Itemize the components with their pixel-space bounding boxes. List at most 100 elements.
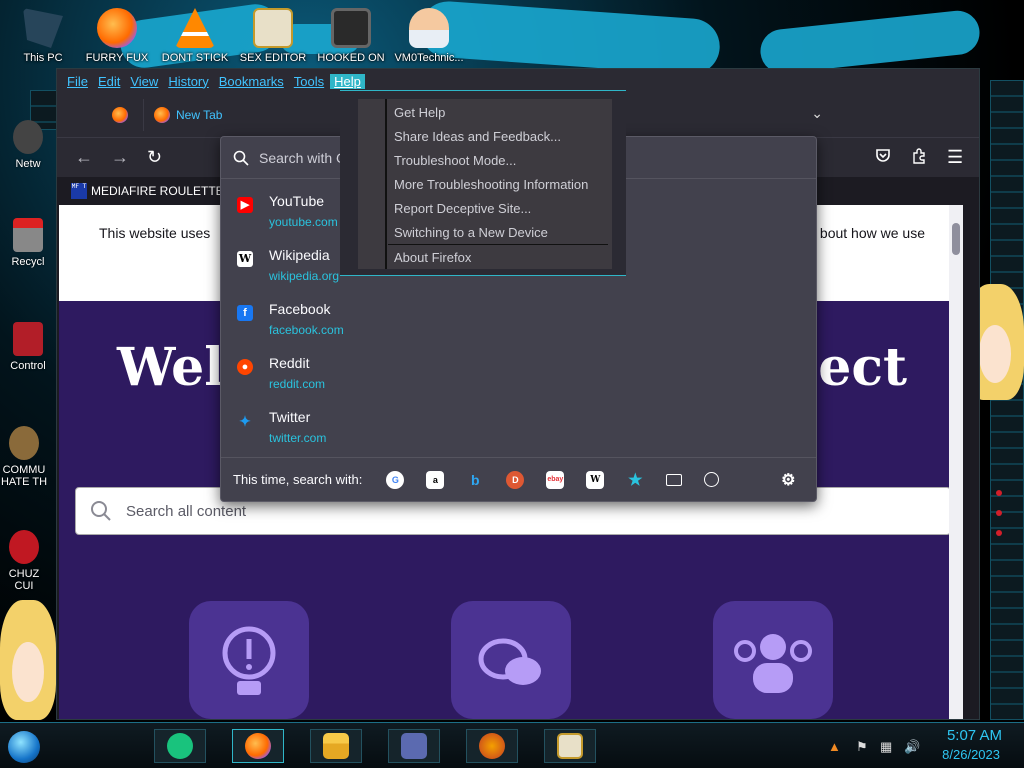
suggestion-url: reddit.com	[269, 377, 326, 391]
start-button[interactable]	[8, 731, 40, 763]
desktop-icon-label: VM0Technic...	[394, 52, 464, 64]
desktop-icon-label: Control	[10, 360, 46, 372]
menu-bookmarks[interactable]: Bookmarks	[215, 74, 288, 89]
desktop-icon-sex-editor[interactable]: SEX EDITOR	[236, 8, 310, 64]
desktop-icon-chuz[interactable]: CHUZ CUI	[0, 530, 48, 592]
suggestion-title: Twitter	[269, 409, 311, 425]
taskbar-app-notes[interactable]	[154, 729, 206, 763]
menu-item-report-deceptive[interactable]: Report Deceptive Site...	[394, 201, 531, 216]
notes-icon	[167, 733, 193, 759]
bing-icon[interactable]: b	[466, 471, 484, 489]
amazon-icon[interactable]: a	[426, 470, 445, 489]
bookmark-item-mediafire[interactable]: MEDIAFIRE ROULETTER	[91, 184, 232, 198]
pocket-button[interactable]	[875, 148, 891, 167]
firefox-icon	[245, 733, 271, 759]
suggestion-twitter[interactable]: ✦ Twitter twitter.com	[233, 403, 793, 453]
taskbar-app-firefox[interactable]	[232, 729, 284, 763]
suggestion-title: Wikipedia	[269, 247, 330, 263]
page-scrollbar[interactable]	[949, 205, 963, 719]
app-icon	[9, 530, 39, 564]
feature-card-community[interactable]	[713, 601, 833, 719]
desktop-icon-dont-stick[interactable]: DONT STICK	[158, 8, 232, 64]
gear-icon[interactable]: ⚙	[779, 471, 797, 489]
facebook-icon: f	[237, 305, 253, 321]
back-button[interactable]: ←	[75, 148, 93, 166]
network-icon[interactable]: ▦	[880, 739, 892, 755]
scrollbar-thumb[interactable]	[952, 223, 960, 255]
tabs-icon[interactable]	[666, 473, 683, 486]
firefox-view-button[interactable]	[105, 100, 135, 130]
desktop-icon-control[interactable]: Control	[0, 322, 56, 372]
google-icon[interactable]: G	[386, 470, 405, 489]
bookmarks-star-icon[interactable]: ★	[626, 471, 644, 489]
firefox-icon	[97, 8, 137, 48]
desktop-icon-this-pc[interactable]: This PC	[6, 8, 80, 64]
taskbar-app-hxd[interactable]	[544, 729, 596, 763]
chevron-down-icon[interactable]: ⌄	[811, 105, 823, 122]
search-placeholder: Search all content	[126, 502, 247, 520]
menu-item-share-ideas[interactable]: Share Ideas and Feedback...	[394, 129, 561, 144]
clock-time[interactable]: 5:07 AM	[947, 727, 1002, 744]
help-menu: Get Help Share Ideas and Feedback... Tro…	[340, 90, 626, 276]
desktop-icon-vm0technic[interactable]: VM0Technic...	[392, 8, 466, 64]
tray-app-icon[interactable]: ▲	[828, 739, 841, 754]
desktop-icon-recycle[interactable]: Recycl	[0, 218, 56, 268]
suggestion-reddit[interactable]: ● Reddit reddit.com	[233, 349, 793, 399]
desktop-icon-label: Recycl	[11, 256, 45, 268]
control-panel-icon	[13, 322, 43, 356]
desktop-icon-label: Netw	[15, 158, 41, 170]
volume-icon[interactable]: 🔊	[904, 739, 920, 755]
desktop-icon-network[interactable]: Netw	[0, 120, 56, 170]
lightbulb-icon	[222, 626, 276, 695]
reddit-icon: ●	[237, 359, 253, 375]
menu-edit[interactable]: Edit	[94, 74, 124, 89]
folder-icon	[323, 733, 349, 759]
ebay-icon[interactable]: ebay	[546, 470, 565, 489]
hxd-icon	[253, 8, 293, 48]
tab-title: New Tab	[176, 108, 223, 122]
desktop-icon-label: FURRY FUX	[85, 52, 149, 64]
chat-bubbles-icon	[478, 638, 541, 685]
menu-icon-strip	[358, 99, 386, 269]
app-menu-button[interactable]: ☰	[947, 148, 963, 166]
menu-item-switching-device[interactable]: Switching to a New Device	[394, 225, 548, 240]
feature-card-ideas[interactable]	[189, 601, 309, 719]
feature-card-discuss[interactable]	[451, 601, 571, 719]
reload-button[interactable]: ↻	[147, 148, 162, 166]
wikipedia-icon[interactable]: W	[586, 470, 605, 489]
desktop-icon-furry-fux[interactable]: FURRY FUX	[80, 8, 154, 64]
recycle-bin-icon	[13, 218, 43, 252]
desktop-icon-label: DONT STICK	[161, 52, 229, 64]
forward-button[interactable]: →	[111, 148, 129, 166]
menu-item-get-help[interactable]: Get Help	[394, 105, 445, 120]
flag-icon[interactable]: ⚑	[856, 739, 868, 755]
tab-new-tab[interactable]: New Tab	[143, 99, 343, 131]
menu-tools[interactable]: Tools	[290, 74, 328, 89]
desktop-icon-label: COMMU HATE TH	[0, 464, 48, 488]
history-icon[interactable]	[704, 472, 720, 487]
clock-date[interactable]: 8/26/2023	[942, 747, 1000, 762]
duckduckgo-icon[interactable]: D	[506, 470, 525, 489]
desktop-icon-commu[interactable]: COMMU HATE TH	[0, 426, 48, 488]
menu-item-about-firefox[interactable]: About Firefox	[394, 250, 471, 265]
cookie-text: This website uses	[99, 225, 211, 241]
menu-file[interactable]: File	[63, 74, 92, 89]
menu-history[interactable]: History	[164, 74, 212, 89]
network-icon	[13, 120, 43, 154]
pinball-icon	[479, 733, 505, 759]
taskbar-app-explorer[interactable]	[310, 729, 362, 763]
vlc-icon	[175, 8, 215, 48]
taskbar-app-pinball[interactable]	[466, 729, 518, 763]
firefox-icon	[112, 107, 128, 123]
search-with-bar: This time, search with: G a b D ebay W ★…	[221, 457, 816, 501]
menu-item-troubleshoot-mode[interactable]: Troubleshoot Mode...	[394, 153, 516, 168]
menu-view[interactable]: View	[126, 74, 162, 89]
menu-item-troubleshooting-info[interactable]: More Troubleshooting Information	[394, 177, 588, 192]
window-icon	[401, 733, 427, 759]
suggestion-facebook[interactable]: f Facebook facebook.com	[233, 295, 793, 345]
suggestion-url: twitter.com	[269, 431, 327, 445]
menu-help[interactable]: Help	[330, 73, 365, 89]
desktop-icon-hooked-on[interactable]: HOOKED ON	[314, 8, 388, 64]
extensions-button[interactable]	[911, 148, 927, 167]
taskbar-app-window[interactable]	[388, 729, 440, 763]
